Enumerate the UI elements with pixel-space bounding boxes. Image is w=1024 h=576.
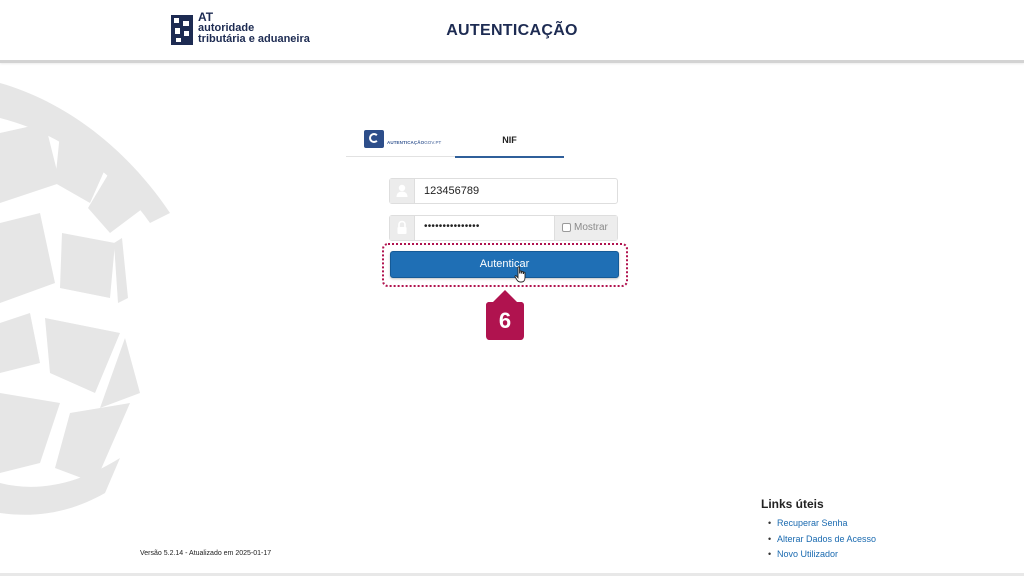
link-alterar-dados-acesso[interactable]: Alterar Dados de Acesso xyxy=(777,534,876,544)
autenticar-button-label: Autenticar xyxy=(479,258,530,270)
password-input[interactable]: ••••••••••••••• Mostrar xyxy=(389,215,618,241)
version-text: Versão 5.2.14 - Atualizado em 2025-01-17 xyxy=(140,550,272,557)
list-item: Recuperar Senha xyxy=(768,518,876,534)
useful-links-list: Recuperar Senha Alterar Dados de Acesso … xyxy=(768,518,876,565)
logo-line-tributaria: tributária e aduaneira xyxy=(198,33,310,45)
link-recuperar-senha[interactable]: Recuperar Senha xyxy=(777,518,848,528)
background-watermark xyxy=(0,83,170,515)
tab-autenticacao-gov[interactable]: AUTENTICAÇÃOGOV.PT xyxy=(346,125,455,157)
page-title: AUTENTICAÇÃO xyxy=(446,22,578,39)
user-icon xyxy=(396,184,408,197)
nif-value: 123456789 xyxy=(424,185,480,197)
show-password-toggle[interactable]: Mostrar xyxy=(554,216,617,240)
link-novo-utilizador[interactable]: Novo Utilizador xyxy=(777,549,838,559)
at-logo-text: AT autoridade tributária e aduaneira xyxy=(198,11,310,45)
tab-autenticacao-gov-label: AUTENTICAÇÃOGOV.PT xyxy=(387,140,442,145)
tab-nif-label: NIF xyxy=(502,135,517,145)
lock-icon xyxy=(397,220,407,234)
cmd-logo-icon xyxy=(364,130,384,148)
at-logo[interactable]: AT autoridade tributária e aduaneira xyxy=(170,11,310,50)
at-crest-icon xyxy=(171,15,193,45)
lock-addon xyxy=(390,216,415,240)
user-addon xyxy=(390,179,415,203)
password-value: ••••••••••••••• xyxy=(424,221,480,232)
list-item: Novo Utilizador xyxy=(768,549,876,565)
nif-input[interactable]: 123456789 xyxy=(389,178,618,204)
links-title: Links úteis xyxy=(761,497,824,511)
tab-nif[interactable]: NIF xyxy=(455,125,564,158)
show-password-label: Mostrar xyxy=(574,222,608,233)
hand-cursor-icon xyxy=(514,266,526,283)
step-number: 6 xyxy=(498,308,512,333)
header-bar: AT autoridade tributária e aduaneira AUT… xyxy=(0,0,1024,63)
auth-method-tabs: AUTENTICAÇÃOGOV.PT NIF xyxy=(346,125,676,158)
list-item: Alterar Dados de Acesso xyxy=(768,534,876,550)
autenticar-button[interactable]: Autenticar xyxy=(390,251,619,278)
show-password-checkbox[interactable] xyxy=(562,223,571,232)
